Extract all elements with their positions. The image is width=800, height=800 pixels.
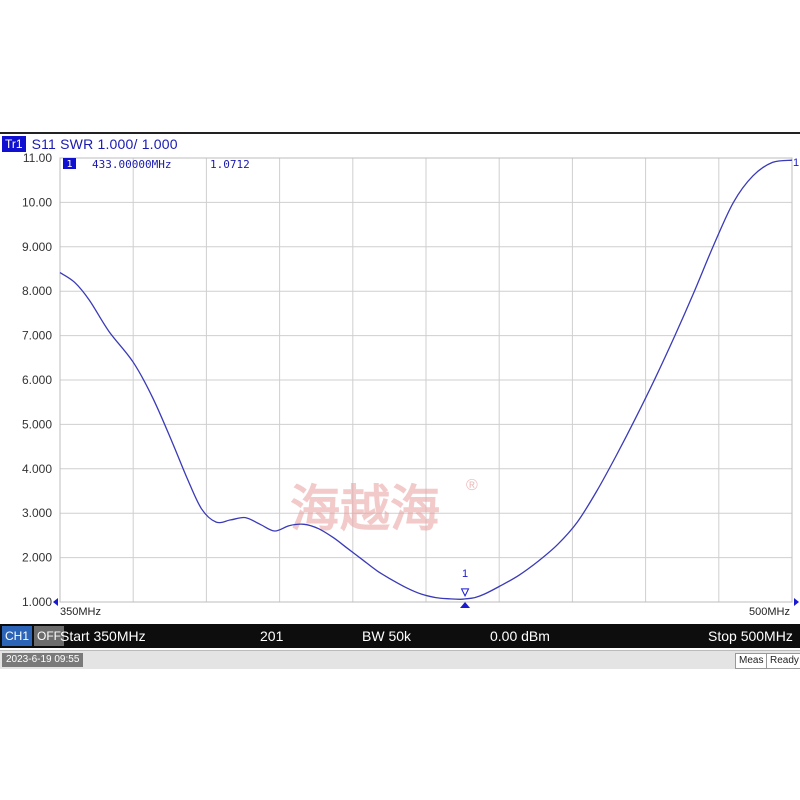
registered-mark: ® (466, 477, 478, 494)
y-axis-labels: 11.00 10.00 9.000 8.000 7.000 6.000 5.000 4.000… (22, 151, 52, 609)
y-tick-label: 6.000 (22, 373, 52, 387)
trace-header: Tr1 S11 SWR 1.000/ 1.000 (2, 136, 178, 152)
trace-title[interactable]: S11 SWR 1.000/ 1.000 (32, 136, 178, 152)
marker-readout-frequency: 433.00000MHz (92, 158, 171, 171)
right-edge-arrow-icon (794, 598, 799, 606)
ready-indicator: Ready (766, 653, 800, 669)
stop-frequency[interactable]: Stop 500MHz (708, 624, 793, 648)
x-stop-label: 500MHz (749, 606, 790, 618)
left-edge-arrow-icon (53, 598, 58, 606)
vna-display: 11.00 10.00 9.000 8.000 7.000 6.000 5.000 4.000… (0, 132, 800, 669)
y-tick-label: 8.000 (22, 284, 52, 298)
status-bar: 2023-6-19 09:55 Meas Ready (0, 650, 800, 669)
channel-bar: CH1 OFF Start 350MHz 201 BW 50k 0.00 dBm… (0, 624, 800, 648)
datetime-display: 2023-6-19 09:55 (2, 653, 84, 667)
watermark: 海越海 (290, 480, 440, 538)
power-level[interactable]: 0.00 dBm (490, 624, 550, 648)
marker-readout-number: 1 (66, 159, 72, 170)
marker-readout-value: 1.0712 (210, 158, 250, 171)
y-tick-label: 10.00 (22, 195, 52, 209)
y-tick-label: 3.000 (22, 506, 52, 520)
trace-badge[interactable]: Tr1 (2, 136, 26, 152)
y-tick-label: 1.000 (22, 595, 52, 609)
start-frequency[interactable]: Start 350MHz (60, 624, 146, 648)
sweep-points[interactable]: 201 (260, 624, 283, 648)
swr-chart: 11.00 10.00 9.000 8.000 7.000 6.000 5.000 4.000… (22, 151, 799, 618)
marker-1-icon[interactable] (460, 588, 470, 597)
meas-button[interactable]: Meas (735, 653, 768, 669)
y-tick-label: 9.000 (22, 240, 52, 254)
marker-position-arrow-icon (460, 602, 471, 608)
y-tick-label: 7.000 (22, 329, 52, 343)
channel-button[interactable]: CH1 (2, 626, 33, 646)
y-tick-label: 2.000 (22, 551, 52, 565)
if-bandwidth[interactable]: BW 50k (362, 624, 411, 648)
marker-layer: 11 (460, 157, 799, 608)
trace-end-marker-label: 1 (793, 157, 799, 169)
marker-1-label: 1 (462, 568, 468, 580)
y-tick-label: 11.00 (23, 151, 52, 165)
x-start-label: 350MHz (60, 606, 101, 618)
y-tick-label: 5.000 (22, 417, 52, 431)
y-tick-label: 4.000 (22, 462, 52, 476)
